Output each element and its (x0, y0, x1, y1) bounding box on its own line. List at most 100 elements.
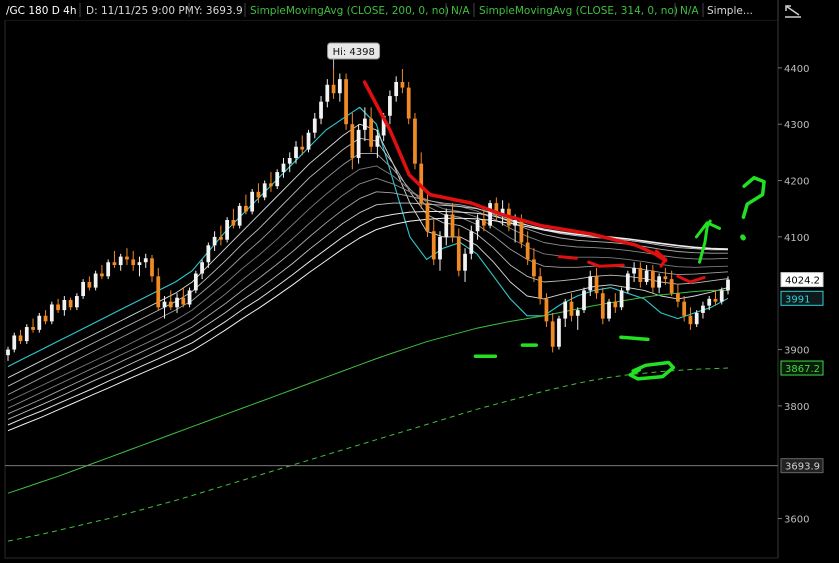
candle-body-62 (394, 81, 399, 97)
candle-body-82 (519, 219, 524, 243)
price-badge-label-1: 3991 (785, 294, 810, 305)
candle-body-17 (112, 262, 117, 266)
y-tick-label-6: 3600 (784, 515, 809, 526)
candle-body-25 (162, 301, 167, 308)
candle-body-85 (538, 276, 543, 299)
symbol-label[interactable]: /GC 180 D 4h (6, 5, 76, 17)
header-bar: /GC 180 D 4h D: 11/11/25 9:00 PM Y: 3693… (0, 0, 780, 20)
green-annotation-7 (740, 234, 746, 241)
y-tick-label-1: 4300 (784, 120, 809, 131)
candle-body-112 (707, 298, 712, 306)
candle-body-27 (175, 297, 179, 308)
candle-body-94 (594, 276, 599, 294)
candle-body-76 (481, 219, 486, 226)
candle-body-102 (644, 270, 649, 282)
y-tick-label-3: 4100 (784, 233, 809, 244)
candle-body-9 (62, 299, 67, 311)
candle-body-24 (156, 276, 161, 308)
candle-body-98 (619, 290, 624, 308)
candle-body-55 (350, 124, 355, 159)
candle-body-2 (18, 335, 23, 342)
candle-body-70 (444, 214, 449, 237)
candle-body-65 (413, 118, 417, 164)
candle-body-92 (582, 290, 586, 311)
candle-body-3 (24, 327, 29, 342)
candle-body-8 (56, 304, 60, 311)
candle-body-34 (218, 236, 223, 240)
candle-body-110 (694, 312, 699, 325)
study2-value: N/A (680, 5, 699, 17)
candle-body-101 (638, 267, 643, 282)
candle-body-43 (275, 172, 280, 187)
candle-body-58 (369, 118, 374, 147)
chart-background (0, 0, 839, 563)
candle-body-87 (550, 321, 555, 347)
candle-body-104 (657, 276, 662, 288)
candle-body-22 (143, 258, 148, 263)
study1-label[interactable]: SimpleMovingAvg (CLOSE, 200, 0, no) (250, 5, 449, 17)
candle-body-12 (81, 281, 86, 297)
candle-body-111 (701, 305, 705, 313)
candle-body-23 (150, 258, 154, 277)
candle-body-68 (431, 231, 436, 260)
candle-body-41 (262, 183, 267, 198)
candle-body-1 (12, 335, 17, 350)
candle-body-47 (300, 146, 305, 150)
candle-body-107 (676, 293, 680, 302)
candle-body-6 (43, 315, 48, 322)
candle-body-103 (650, 270, 655, 288)
candle-body-93 (588, 276, 593, 291)
candle-body-108 (682, 301, 687, 316)
price-badge-label-2: 3867.2 (785, 364, 820, 375)
candle-body-15 (100, 273, 104, 277)
candle-body-69 (438, 236, 442, 260)
candle-body-39 (250, 191, 255, 212)
candle-body-63 (400, 81, 405, 88)
candle-body-44 (281, 163, 286, 173)
candle-body-84 (532, 259, 536, 277)
candle-body-90 (569, 301, 574, 316)
candle-body-51 (325, 84, 330, 102)
candle-body-11 (74, 296, 79, 308)
study1-value: N/A (451, 5, 470, 17)
candle-body-16 (106, 262, 111, 277)
candle-body-86 (544, 298, 549, 322)
candle-body-5 (37, 315, 42, 330)
candle-body-33 (212, 236, 217, 246)
y-tick-label-0: 4400 (784, 64, 809, 75)
candle-body-35 (225, 219, 230, 240)
date-readout: D: 11/11/25 9:00 PM (86, 5, 194, 17)
candle-body-40 (256, 191, 261, 198)
candle-body-61 (388, 96, 392, 116)
candle-body-52 (331, 84, 336, 94)
candle-body-59 (375, 135, 380, 147)
candle-body-7 (49, 304, 54, 322)
red-annotation-2 (557, 255, 578, 260)
candle-body-37 (237, 205, 242, 226)
candle-body-57 (362, 118, 367, 130)
candle-body-97 (613, 301, 618, 308)
candle-body-54 (344, 79, 348, 125)
y-readout: Y: 3693.9 (193, 5, 243, 17)
candle-body-64 (406, 87, 411, 119)
study2-label[interactable]: SimpleMovingAvg (CLOSE, 314, 0, no) (479, 5, 678, 17)
candle-body-4 (31, 327, 35, 330)
candle-body-89 (563, 301, 568, 319)
study3-label[interactable]: Simple... (707, 5, 753, 17)
candle-body-109 (688, 315, 693, 325)
y-tick-label-2: 4200 (784, 177, 809, 188)
candle-body-95 (600, 293, 605, 319)
candle-body-38 (244, 205, 248, 212)
candle-body-32 (206, 245, 211, 263)
candle-body-50 (319, 101, 323, 119)
candle-body-75 (475, 219, 480, 232)
y-tick-label-5: 3800 (784, 402, 809, 413)
candle-body-91 (575, 310, 580, 316)
candle-body-0 (6, 349, 10, 356)
candle-body-77 (488, 203, 492, 226)
candle-body-29 (187, 290, 192, 305)
candle-body-53 (337, 79, 342, 94)
candle-body-46 (294, 146, 298, 159)
candle-body-73 (463, 253, 467, 271)
candle-body-115 (726, 279, 730, 291)
